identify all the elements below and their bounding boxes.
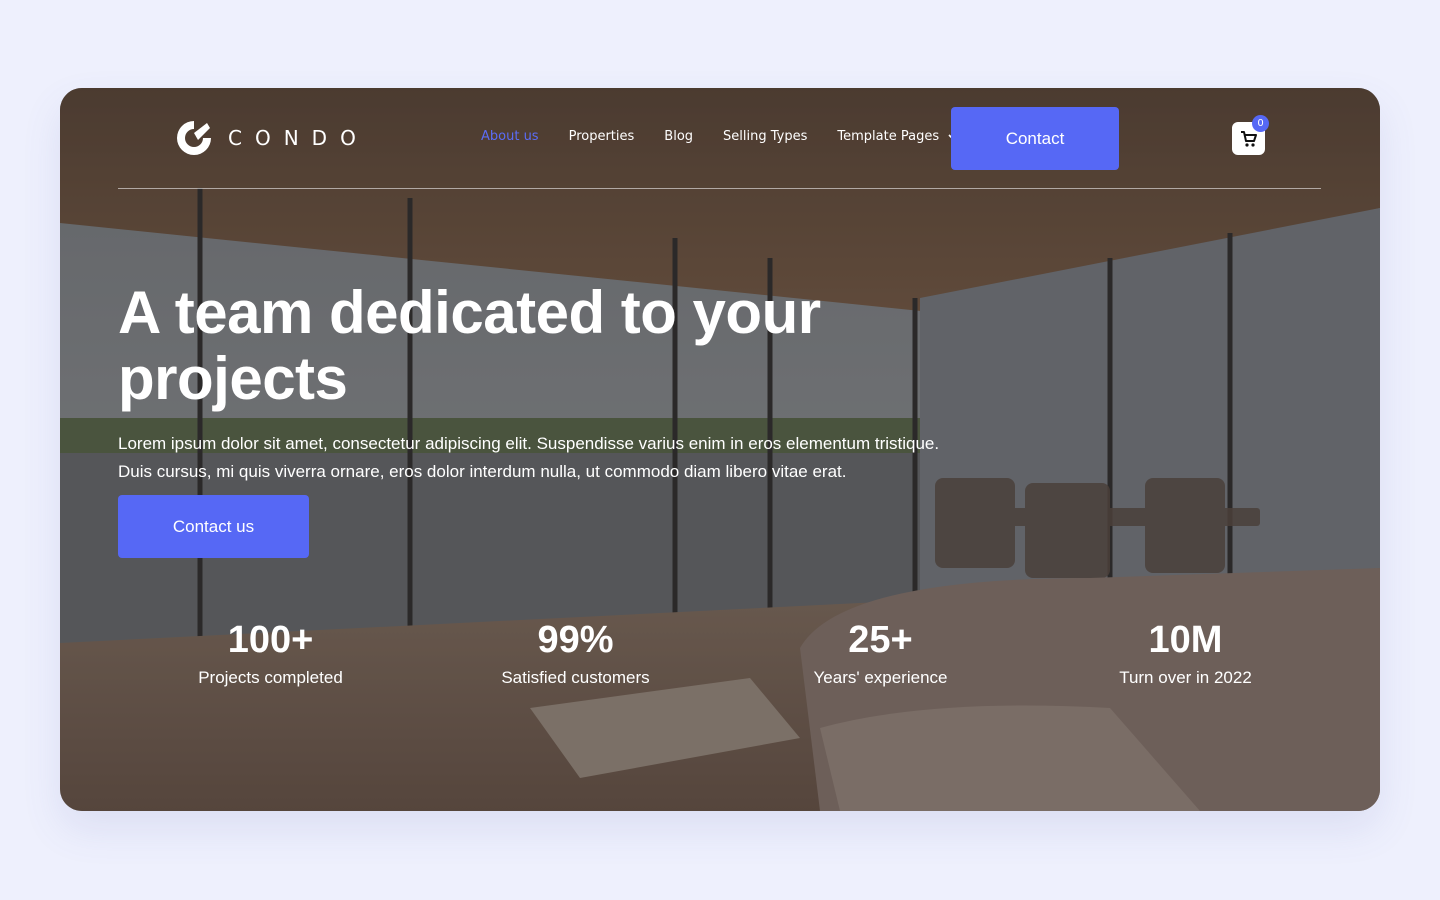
stat-label: Projects completed (198, 668, 343, 687)
hero-card: CONDO About us Properties Blog Selling T… (60, 88, 1380, 811)
header-divider (118, 188, 1321, 189)
contact-button[interactable]: Contact (951, 107, 1119, 170)
nav-link-properties[interactable]: Properties (569, 129, 635, 144)
stat-years-experience: 25+ Years' experience (728, 616, 1033, 691)
stat-value: 100+ (227, 619, 314, 661)
brand-name: CONDO (228, 126, 369, 150)
nav-dropdown-label: Template Pages (837, 129, 940, 144)
stat-label: Years' experience (813, 668, 948, 687)
hero-description: Lorem ipsum dolor sit amet, consectetur … (118, 434, 940, 481)
stat-satisfied-customers: 99% Satisfied customers (423, 616, 728, 691)
nav-link-blog[interactable]: Blog (664, 129, 693, 144)
stat-value: 10M (1148, 619, 1223, 661)
brand-logo[interactable]: CONDO (174, 118, 369, 158)
stats-row: 100+ Projects completed 99% Satisfied cu… (118, 616, 1338, 691)
nav-link-about-us[interactable]: About us (481, 129, 539, 144)
stat-value: 99% (537, 619, 614, 661)
cart-icon (1240, 130, 1257, 147)
stat-label: Turn over in 2022 (1119, 668, 1252, 687)
hero-title: A team dedicated to your projects (118, 279, 821, 412)
stat-turnover: 10M Turn over in 2022 (1033, 616, 1338, 691)
nav-link-selling-types[interactable]: Selling Types (723, 129, 807, 144)
stat-value: 25+ (848, 619, 913, 661)
stat-projects-completed: 100+ Projects completed (118, 616, 423, 691)
cart-count-badge: 0 (1252, 115, 1269, 132)
condo-logo-icon (177, 121, 211, 155)
nav-dropdown-template-pages[interactable]: Template Pages (837, 129, 959, 144)
stat-label: Satisfied customers (501, 668, 650, 687)
main-nav: About us Properties Blog Selling Types T… (481, 129, 959, 144)
cart-button[interactable]: 0 (1232, 115, 1269, 155)
contact-us-button[interactable]: Contact us (118, 495, 309, 558)
